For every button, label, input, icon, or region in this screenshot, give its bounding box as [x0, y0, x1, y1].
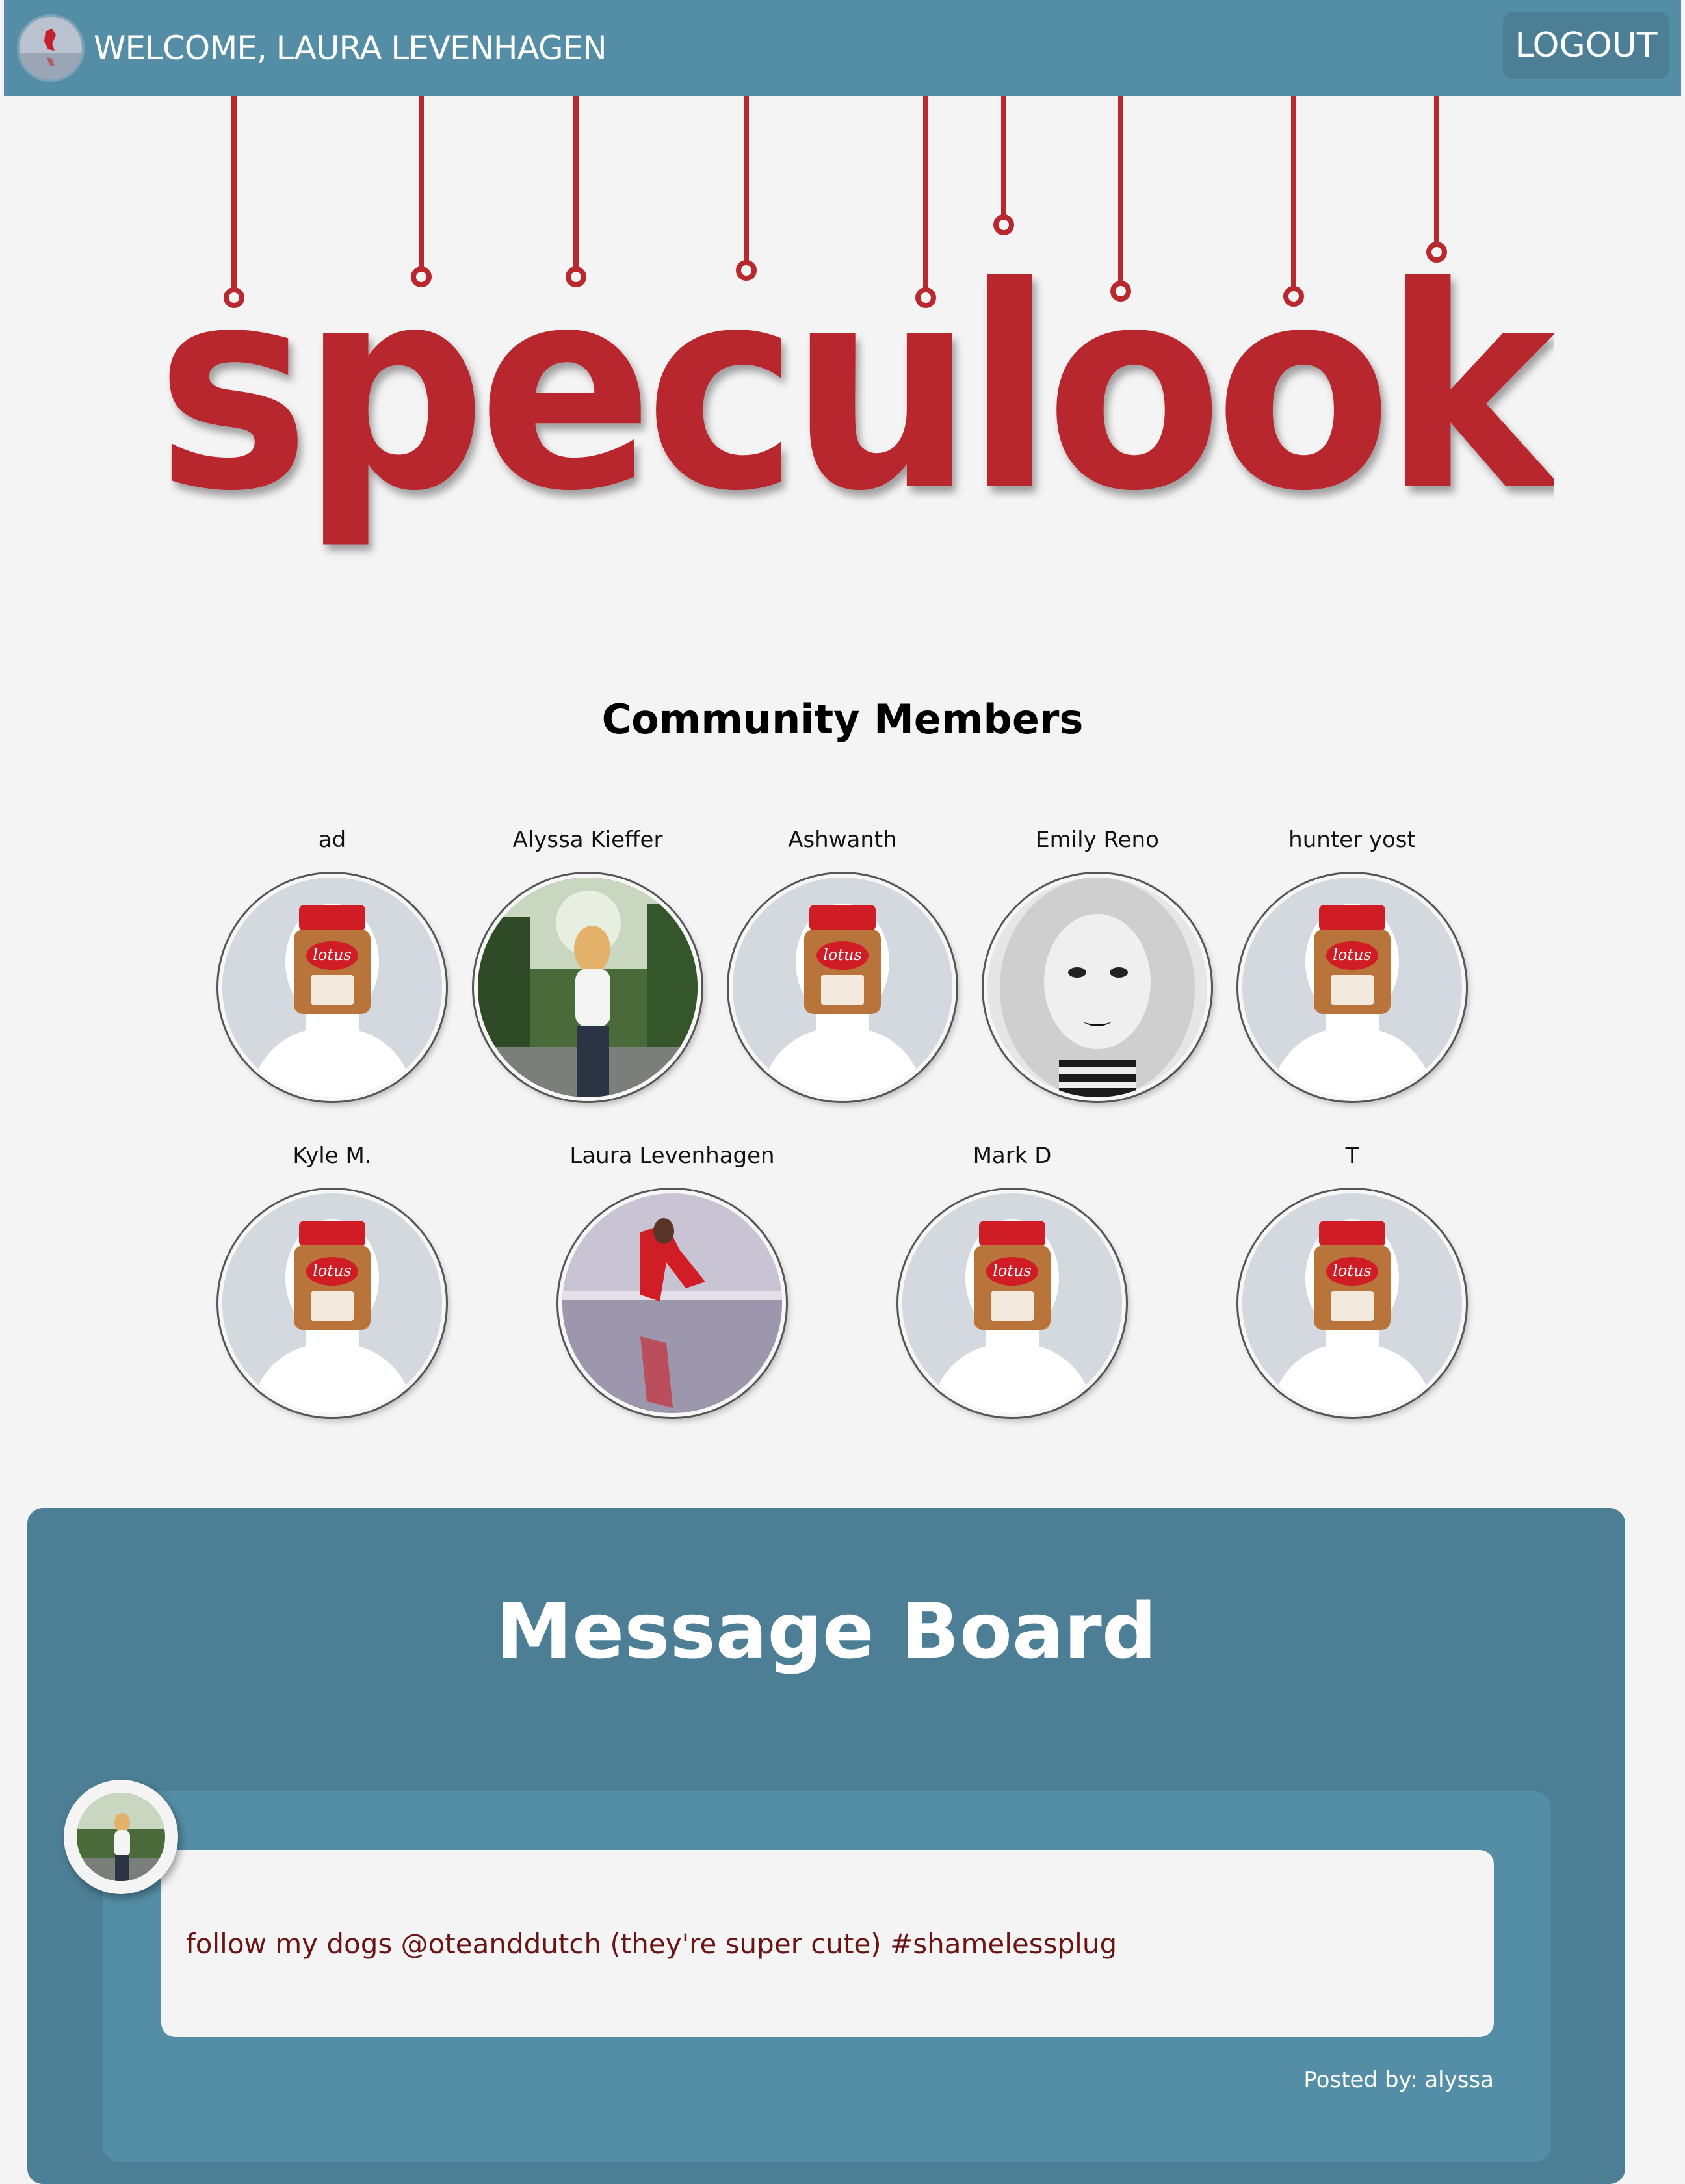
post-author: Posted by: alyssa	[1303, 2067, 1494, 2093]
member-card[interactable]: ad lotus	[215, 826, 449, 1101]
member-name: Emily Reno	[1036, 827, 1159, 853]
lotus-jar-avatar[interactable]: lotus	[218, 1190, 446, 1417]
logo-text: speculook	[156, 228, 1554, 552]
member-card[interactable]: hunter yost lotus	[1235, 826, 1469, 1101]
lotus-jar-avatar[interactable]: lotus	[898, 1190, 1126, 1417]
author-photo-icon	[77, 1793, 165, 1881]
member-card[interactable]: Laura Levenhagen	[555, 1141, 789, 1417]
member-card[interactable]: Mark D lotus	[895, 1141, 1129, 1417]
post-author-avatar[interactable]	[64, 1780, 178, 1894]
speculook-logo: speculook	[156, 96, 1554, 552]
svg-text:lotus: lotus	[823, 946, 862, 964]
photo-avatar[interactable]	[558, 1190, 786, 1417]
member-name: ad	[318, 827, 346, 853]
post-message: follow my dogs @oteanddutch (they're sup…	[161, 1850, 1494, 2037]
lotus-jar-avatar[interactable]: lotus	[729, 874, 956, 1101]
member-name: Mark D	[973, 1143, 1052, 1169]
member-name: Ashwanth	[788, 827, 897, 853]
member-name: T	[1345, 1143, 1359, 1169]
svg-text:lotus: lotus	[313, 946, 352, 964]
user-avatar[interactable]	[17, 14, 85, 82]
member-name: Kyle M.	[293, 1143, 372, 1169]
member-card[interactable]: Emily Reno	[980, 826, 1214, 1101]
message-board-title: Message Board	[495, 1586, 1157, 1676]
svg-text:lotus: lotus	[993, 1262, 1032, 1280]
member-card[interactable]: Alyssa Kieffer	[471, 826, 705, 1101]
photo-avatar[interactable]	[984, 874, 1211, 1101]
lotus-jar-avatar[interactable]: lotus	[218, 874, 446, 1101]
post-text: follow my dogs @oteanddutch (they're sup…	[186, 1927, 1117, 1960]
member-card[interactable]: T lotus	[1235, 1141, 1469, 1417]
member-name: hunter yost	[1288, 827, 1416, 853]
user-avatar-icon	[20, 17, 82, 79]
svg-text:lotus: lotus	[313, 1262, 352, 1280]
logout-button[interactable]: LOGOUT	[1503, 12, 1669, 79]
member-card[interactable]: Kyle M. lotus	[215, 1141, 449, 1417]
lotus-jar-avatar[interactable]: lotus	[1238, 874, 1466, 1101]
member-name: Laura Levenhagen	[569, 1143, 775, 1169]
top-navbar: WELCOME, LAURA LEVENHAGEN LOGOUT	[4, 0, 1681, 96]
welcome-text: WELCOME, LAURA LEVENHAGEN	[94, 29, 607, 67]
svg-text:lotus: lotus	[1333, 946, 1372, 964]
photo-avatar[interactable]	[474, 874, 701, 1101]
member-name: Alyssa Kieffer	[512, 827, 663, 853]
member-card[interactable]: Ashwanth lotus	[725, 826, 960, 1101]
community-title: Community Members	[601, 696, 1084, 743]
lotus-jar-avatar[interactable]: lotus	[1238, 1190, 1466, 1417]
svg-text:lotus: lotus	[1333, 1262, 1372, 1280]
